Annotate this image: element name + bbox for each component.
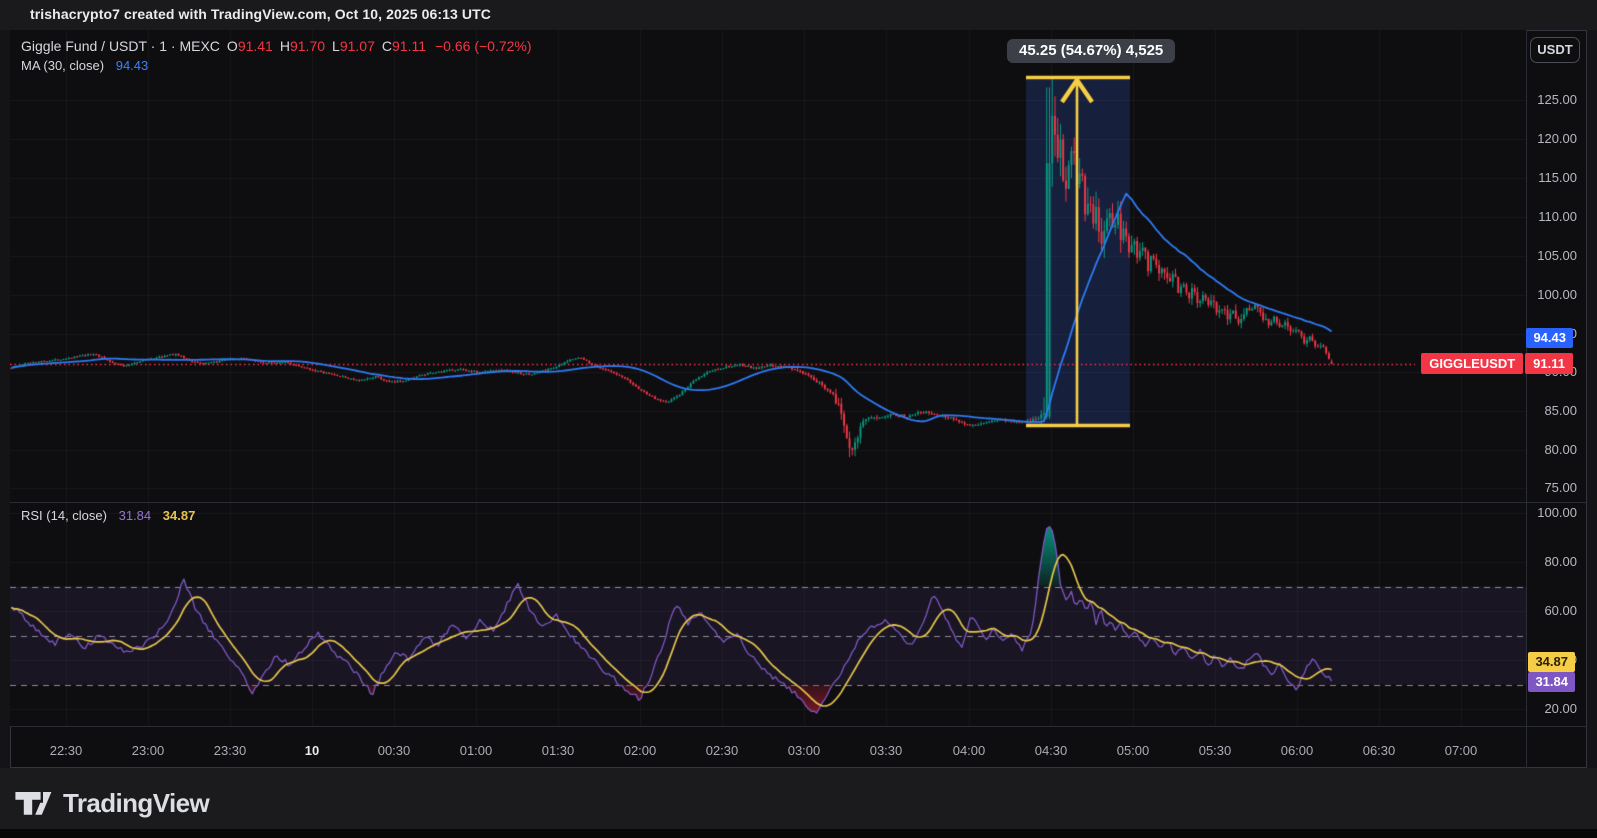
time-axis-label: 02:30 [706, 743, 739, 758]
attribution-text: trishacrypto7 created with TradingView.c… [30, 6, 491, 22]
time-axis-label: 10 [305, 743, 319, 758]
time-axis-label: 04:30 [1035, 743, 1068, 758]
ma-legend-row[interactable]: MA (30, close) 94.43 [21, 58, 148, 73]
rsi-axis-label: 20.00 [1544, 701, 1577, 717]
rsi-label: RSI (14, close) [21, 508, 107, 523]
tradingview-logo-icon [14, 792, 54, 816]
currency-usdt-button[interactable]: USDT [1530, 37, 1580, 63]
rsi-ma-value: 34.87 [163, 508, 196, 523]
rsi-axis-label: 100.00 [1537, 505, 1577, 521]
rsi-value-badge: 31.84 [1528, 672, 1575, 692]
time-axis-label: 03:30 [870, 743, 903, 758]
rsi-axis-label: 60.00 [1544, 603, 1577, 619]
time-axis-label: 05:30 [1199, 743, 1232, 758]
price-axis-label: 85.00 [1544, 403, 1577, 419]
time-axis-label: 01:00 [460, 743, 493, 758]
ohlc-label: C [382, 38, 392, 54]
pane-separator[interactable] [10, 502, 1587, 503]
time-axis-label: 02:00 [624, 743, 657, 758]
ohlc-value: 91.07 [340, 38, 375, 54]
ma-price-badge: 94.43 [1526, 328, 1573, 348]
ma-label: MA (30, close) [21, 58, 104, 73]
time-axis-label: 23:30 [214, 743, 247, 758]
time-axis-separator [10, 726, 1587, 727]
time-axis-label: 22:30 [50, 743, 83, 758]
price-axis-label: 80.00 [1544, 442, 1577, 458]
rsi-legend-row[interactable]: RSI (14, close) 31.84 34.87 [21, 508, 195, 523]
rsi-axis-label: 80.00 [1544, 554, 1577, 570]
tradingview-brand-text: TradingView [63, 788, 209, 819]
time-axis-label: 00:30 [378, 743, 411, 758]
attribution-bar: trishacrypto7 created with TradingView.c… [0, 0, 1597, 30]
footer-bottom-strip [0, 829, 1597, 838]
ohlc-label: O [227, 38, 238, 54]
price-axis-label: 110.00 [1538, 209, 1577, 225]
symbol-name-badge: GIGGLEUSDT [1421, 353, 1523, 374]
ohlc-value: 91.70 [290, 38, 325, 54]
price-axis-label: 75.00 [1544, 480, 1577, 496]
footer-bar [0, 768, 1597, 838]
time-axis-label: 06:00 [1281, 743, 1314, 758]
tradingview-logo[interactable]: TradingView [14, 788, 209, 819]
price-axis-separator [1526, 30, 1527, 768]
measure-tooltip: 45.25 (54.67%) 4,525 [1007, 39, 1175, 63]
time-axis-label: 04:00 [953, 743, 986, 758]
tradingview-screenshot: trishacrypto7 created with TradingView.c… [0, 0, 1597, 838]
price-chart-canvas[interactable] [10, 30, 1526, 726]
time-axis-label: 06:30 [1363, 743, 1396, 758]
last-price-badge: GIGGLEUSDT 91.11 [1421, 353, 1573, 374]
ohlc-value: 91.11 [392, 38, 426, 54]
rsi-value: 31.84 [119, 508, 152, 523]
rsi-ma-badge: 34.87 [1528, 652, 1575, 672]
time-axis-label: 07:00 [1445, 743, 1478, 758]
ohlc-label: L [332, 38, 340, 54]
price-axis-label: 115.00 [1538, 170, 1577, 186]
time-axis-label: 03:00 [788, 743, 821, 758]
symbol-title: Giggle Fund / USDT · 1 · MEXC [21, 38, 220, 54]
time-axis-label: 05:00 [1117, 743, 1150, 758]
time-axis-label: 01:30 [542, 743, 575, 758]
price-axis-label: 125.00 [1537, 92, 1577, 108]
price-axis-label: 120.00 [1537, 131, 1577, 147]
price-axis-label: 105.00 [1537, 248, 1577, 264]
last-price-value: 91.11 [1525, 353, 1573, 374]
price-axis-label: 100.00 [1537, 287, 1577, 303]
ohlc-label: H [280, 38, 290, 54]
ohlc-value: 91.41 [238, 38, 273, 54]
symbol-legend-row[interactable]: Giggle Fund / USDT · 1 · MEXC O91.41 H91.7… [21, 38, 532, 54]
time-axis-label: 23:00 [132, 743, 165, 758]
price-change: −0.66 (−0.72%) [435, 38, 532, 54]
ohlc-values: O91.41 H91.70 L91.07 C91.11 [220, 38, 426, 54]
ma-value: 94.43 [116, 58, 149, 73]
